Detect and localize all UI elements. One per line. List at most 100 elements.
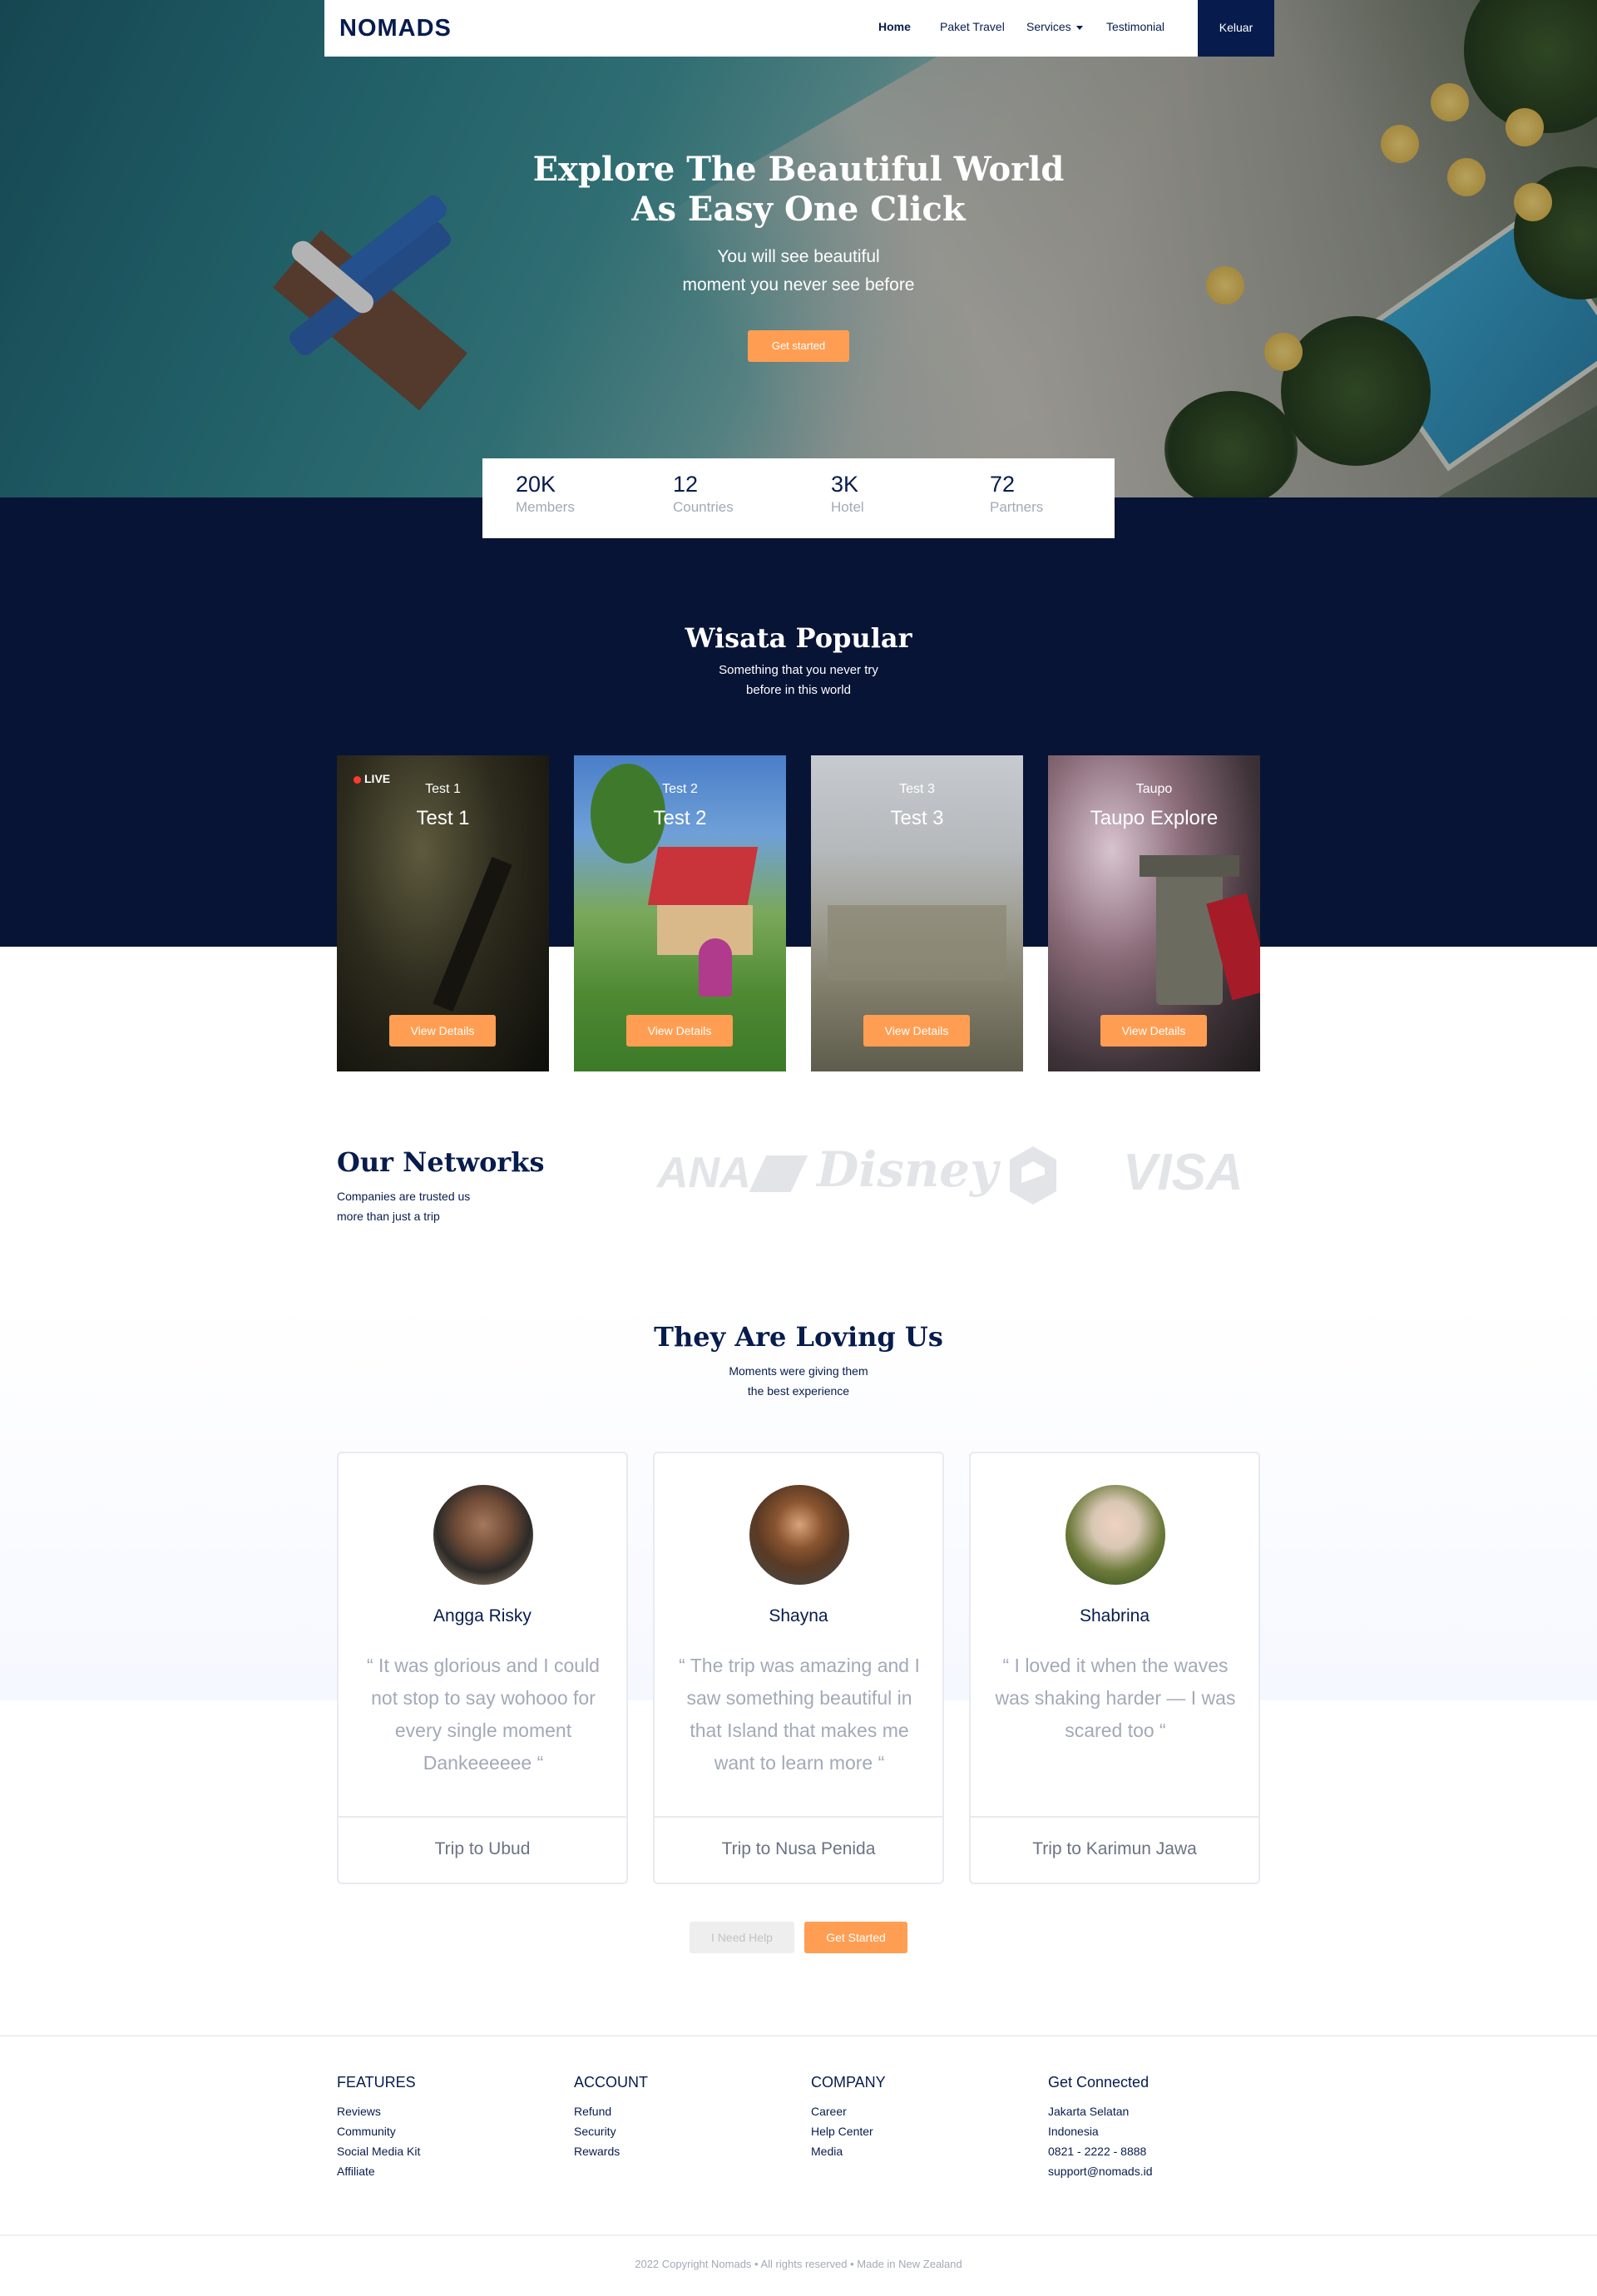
footer-contact-phone: 0821 - 2222 - 8888 — [1048, 2145, 1147, 2158]
popular-title: Wisata Popular — [685, 622, 912, 654]
card-country: Test 3 — [899, 782, 935, 796]
footer-link[interactable]: Social Media Kit — [337, 2141, 420, 2161]
navbar: NOMADS Home Paket Travel Services Testim… — [324, 0, 1274, 57]
ana-logo-text: ANA — [657, 1149, 751, 1197]
testimonial-card: Shayna “ The trip was amazing and I saw … — [653, 1452, 944, 1884]
stat-label: Countries — [673, 499, 734, 515]
networks-subtitle: Companies are trusted us more than just … — [337, 1186, 470, 1226]
popular-subtitle-line1: Something that you never try — [719, 663, 878, 677]
divider — [655, 1816, 942, 1818]
chevron-down-icon — [1075, 25, 1083, 30]
need-help-button[interactable]: I Need Help — [690, 1922, 794, 1953]
testimonials-subtitle-line1: Moments were giving them — [729, 1364, 868, 1378]
card-location: Test 2 — [653, 807, 707, 829]
view-details-button[interactable]: View Details — [626, 1015, 733, 1047]
stat-countries: 12 Countries — [673, 472, 734, 516]
copyright-text: 2022 Copyright Nomads • All rights reser… — [635, 2258, 962, 2270]
hero-subtitle-line2: moment you never see before — [682, 275, 915, 294]
brand-logo[interactable]: NOMADS — [339, 15, 452, 42]
travel-card[interactable]: Test 3 Test 3 View Details — [811, 755, 1023, 1071]
footer-link[interactable]: Affiliate — [337, 2161, 420, 2181]
footer-link[interactable]: Reviews — [337, 2101, 420, 2121]
footer-column-features: FEATURES Reviews Community Social Media … — [337, 2074, 420, 2181]
ana-logo: ANA — [657, 1148, 808, 1198]
footer-link[interactable]: Rewards — [574, 2141, 648, 2161]
popular-section-background — [0, 497, 1597, 947]
testimonial-quote: “ The trip was amazing and I saw somethi… — [679, 1655, 920, 1774]
testimonial-card: Angga Risky “ It was glorious and I coul… — [337, 1452, 628, 1884]
testimonial-name: Shabrina — [1079, 1606, 1150, 1626]
networks-subtitle-line2: more than just a trip — [337, 1210, 440, 1223]
footer-column-contact: Get Connected Jakarta Selatan Indonesia … — [1048, 2074, 1153, 2181]
footer-contact-text: Jakarta Selatan — [1048, 2105, 1130, 2118]
footer-link[interactable]: Security — [574, 2121, 648, 2141]
logout-button[interactable]: Keluar — [1198, 0, 1274, 57]
hero-subtitle: You will see beautiful moment you never … — [549, 243, 1048, 299]
testimonials-subtitle-line2: the best experience — [747, 1384, 850, 1398]
networks-title: Our Networks — [337, 1146, 545, 1178]
testimonial-quote: “ It was glorious and I could not stop t… — [367, 1655, 600, 1774]
footer-heading: FEATURES — [337, 2074, 416, 2091]
shield-icon — [1010, 1146, 1056, 1205]
footer-top-divider — [0, 2035, 1597, 2036]
card-country: Taupo — [1135, 782, 1173, 796]
card-country: Test 2 — [662, 782, 698, 796]
testimonial-trip: Trip to Karimun Jawa — [1032, 1839, 1197, 1858]
stat-members: 20K Members — [516, 472, 575, 516]
footer-column-account: ACCOUNT Refund Security Rewards — [574, 2074, 648, 2161]
footer-contact-email[interactable]: support@nomads.id — [1048, 2161, 1153, 2181]
divider — [971, 1816, 1258, 1818]
travel-card[interactable]: Test 2 Test 2 View Details — [574, 755, 786, 1071]
testimonials-title: They Are Loving Us — [654, 1321, 943, 1353]
footer-link[interactable]: Community — [337, 2121, 420, 2141]
travel-card[interactable]: LIVE Test 1 Test 1 View Details — [337, 755, 549, 1071]
card-country: Test 1 — [425, 782, 461, 796]
view-details-button[interactable]: View Details — [1100, 1015, 1207, 1047]
footer-contact-text: Indonesia — [1048, 2125, 1099, 2138]
visa-logo: VISA — [1123, 1144, 1243, 1201]
testimonial-trip: Trip to Nusa Penida — [721, 1839, 876, 1858]
stat-label: Partners — [990, 499, 1044, 515]
get-started-button[interactable]: Get started — [748, 330, 849, 362]
nav-paket-travel[interactable]: Paket Travel — [940, 20, 1005, 33]
nav-home[interactable]: Home — [878, 20, 911, 33]
stat-hotel: 3K Hotel — [831, 472, 864, 516]
footer-link[interactable]: Refund — [574, 2101, 648, 2121]
card-location: Test 1 — [416, 807, 470, 829]
view-details-button[interactable]: View Details — [389, 1015, 496, 1047]
footer-link[interactable]: Media — [811, 2141, 886, 2161]
testimonial-trip: Trip to Ubud — [434, 1839, 531, 1858]
nav-services-label: Services — [1026, 20, 1071, 33]
stat-value: 12 — [673, 472, 699, 497]
hero-title-line2: As Easy One Click — [631, 190, 966, 229]
view-details-button[interactable]: View Details — [863, 1015, 970, 1047]
footer-link[interactable]: Career — [811, 2101, 886, 2121]
testimonial-card: Shabrina “ I loved it when the waves was… — [969, 1452, 1260, 1884]
hero-subtitle-line1: You will see beautiful — [717, 247, 880, 266]
avatar — [433, 1485, 533, 1585]
footer-heading: Get Connected — [1048, 2074, 1150, 2091]
testimonial-name: Shayna — [769, 1606, 828, 1626]
card-location: Taupo Explore — [1090, 807, 1219, 829]
footer-bottom-divider — [0, 2234, 1597, 2236]
testimonials-subtitle: Moments were giving them the best experi… — [0, 1361, 1597, 1401]
card-location: Test 3 — [890, 807, 944, 829]
footer-column-company: COMPANY Career Help Center Media — [811, 2074, 886, 2161]
testimonial-name: Angga Risky — [433, 1606, 532, 1626]
nav-services[interactable]: Services — [1026, 20, 1083, 33]
get-started-footer-button[interactable]: Get Started — [804, 1922, 907, 1953]
stat-value: 20K — [516, 472, 556, 497]
avatar — [749, 1485, 849, 1585]
footer-link[interactable]: Help Center — [811, 2121, 886, 2141]
travel-card[interactable]: Taupo Taupo Explore View Details — [1048, 755, 1260, 1071]
divider — [339, 1816, 626, 1818]
stat-value: 3K — [831, 472, 859, 497]
networks-subtitle-line1: Companies are trusted us — [337, 1190, 471, 1203]
disney-logo: Disney — [817, 1141, 998, 1198]
nav-testimonial[interactable]: Testimonial — [1106, 20, 1164, 33]
shield-logo — [1010, 1146, 1056, 1209]
hero-title: Explore The Beautiful World As Easy One … — [466, 150, 1131, 230]
avatar — [1065, 1485, 1165, 1585]
stat-partners: 72 Partners — [990, 472, 1043, 516]
footer-heading: COMPANY — [811, 2074, 886, 2091]
